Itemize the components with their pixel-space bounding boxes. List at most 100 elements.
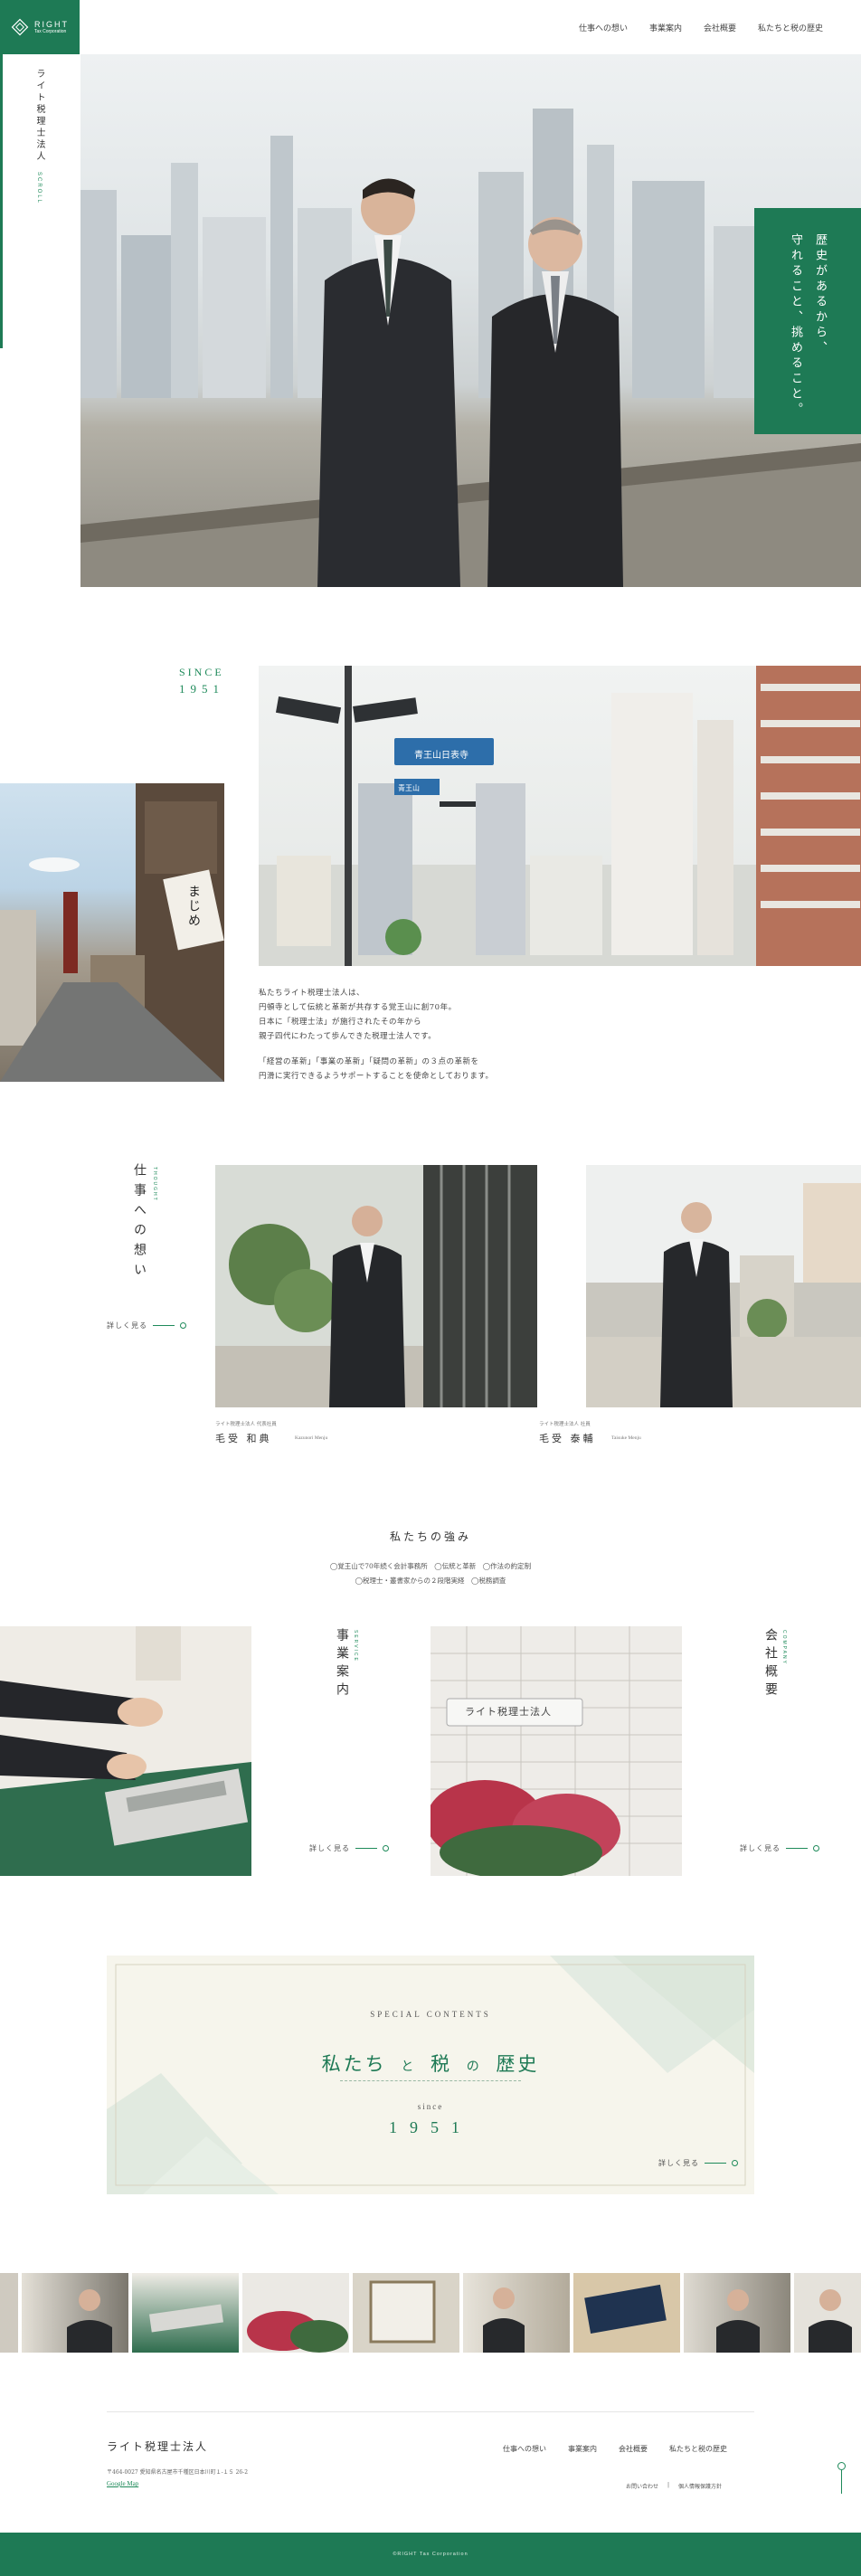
page-top-button[interactable] <box>837 2462 847 2498</box>
president-scene-1 <box>215 1165 537 1407</box>
person2-name-en: Taisuke Menju <box>611 1435 641 1441</box>
logo-diamond-icon <box>11 18 29 36</box>
strip-photo-8 <box>684 2273 790 2353</box>
special-label: SPECIAL CONTENTS <box>370 2010 491 2019</box>
since-label: SINCE <box>179 666 224 678</box>
intro-line-5: 「経営の革新」「事業の革新」「疑問の革新」の３点の革新を <box>259 1057 479 1066</box>
special-underline <box>340 2080 521 2081</box>
business-scene <box>0 1626 251 1876</box>
president-photo-1[interactable] <box>215 1165 537 1407</box>
strip-photo-9 <box>794 2273 861 2353</box>
footer-nav-business[interactable]: 事業案内 <box>568 2444 597 2454</box>
special-title-conj: と <box>401 2060 417 2074</box>
logo-sub: Tax Corporation <box>34 29 67 34</box>
business-more-link[interactable]: 詳しく見る <box>309 1843 389 1853</box>
intro-line-2: 円頓寺として伝統と革新が共存する覚王山に創70年。 <box>259 1003 457 1012</box>
strengths-title: 私たちの強み <box>389 1530 471 1543</box>
business-image[interactable] <box>0 1626 251 1876</box>
intro-line-6: 円滑に実行できるようサポートすることを使命としております。 <box>259 1072 494 1081</box>
company-title: 会社概要 <box>763 1628 778 1700</box>
global-nav: 仕事への想い 事業案内 会社概要 私たちと税の歴史 <box>579 22 823 33</box>
intro-line-4: 親子四代にわたって歩んできた税理士法人です。 <box>259 1032 437 1041</box>
arrow-line-icon <box>705 2163 726 2164</box>
scroll-label: SCROLL <box>36 172 42 205</box>
nav-business[interactable]: 事業案内 <box>649 22 682 33</box>
logo-box[interactable]: RIGHT Tax Corporation <box>0 0 80 54</box>
copyright-text: ©RIGHT Tax Corporation <box>393 2552 468 2557</box>
street-sign-image <box>259 666 861 966</box>
footer-nav-history[interactable]: 私たちと税の歴史 <box>669 2444 727 2454</box>
thoughts-more-label: 詳しく見る <box>107 1321 147 1330</box>
company-sub-en: COMPANY <box>781 1630 787 1665</box>
footer-address: 〒464-0027 愛知県名古屋市千種区日本川町１-１５ 26-2 <box>107 2469 249 2476</box>
footer-link-contact[interactable]: お問い合わせ <box>626 2482 658 2490</box>
intro-line-3: 日本に「税理士法」が施行されたその年から <box>259 1018 422 1027</box>
hero-cityscape <box>80 109 861 587</box>
footer-divider <box>107 2411 754 2412</box>
vertical-company-name: ライト税理士法人 <box>34 69 44 163</box>
president-photo-2[interactable] <box>586 1165 861 1407</box>
arrow-circle-icon <box>813 1845 819 1852</box>
copyright-bar: ©RIGHT Tax Corporation <box>0 2533 861 2576</box>
thoughts-title: 仕事への想い <box>132 1163 147 1283</box>
special-more-link[interactable]: 詳しく見る <box>658 2158 738 2168</box>
company-more-link[interactable]: 詳しく見る <box>740 1843 819 1853</box>
arrow-line-icon <box>153 1325 175 1326</box>
intro-line-1: 私たちライト税理士法人は、 <box>259 989 365 998</box>
strengths-line-2: ◯税理士・叢書家からの２段階実経 ◯税務調査 <box>355 1577 506 1585</box>
arrow-line-icon <box>786 1848 808 1849</box>
strip-photo-3 <box>132 2273 239 2353</box>
footer-nav: 仕事への想い 事業案内 会社概要 私たちと税の歴史 <box>503 2444 727 2454</box>
street-banner-text: まじめ <box>186 885 201 928</box>
page-top-circle-icon <box>837 2462 846 2470</box>
company-scene <box>430 1626 682 1876</box>
footer-link-separator: | <box>667 2482 670 2488</box>
footer-map-link[interactable]: Google Map <box>107 2480 138 2487</box>
hero-image <box>80 54 861 587</box>
old-street-scene <box>0 783 224 1082</box>
arrow-circle-icon <box>383 1845 389 1852</box>
special-year: 1951 <box>389 2118 472 2136</box>
special-more-label: 詳しく見る <box>658 2159 699 2167</box>
nav-thoughts[interactable]: 仕事への想い <box>579 22 628 33</box>
special-title-part3: 歴史 <box>496 2053 540 2075</box>
business-more-label: 詳しく見る <box>309 1844 350 1852</box>
thoughts-sub-en: THOUGHT <box>152 1167 157 1202</box>
special-title: 私たち と 税 の 歴史 <box>107 2050 754 2077</box>
strip-photo-6 <box>463 2273 570 2353</box>
page-top-line-icon <box>841 2470 842 2494</box>
intro-text: 私たちライト税理士法人は、 円頓寺として伝統と革新が共存する覚王山に創70年。 … <box>259 986 493 1084</box>
business-title: 事業案内 <box>335 1628 349 1700</box>
footer-link-privacy[interactable]: 個人情報保護方針 <box>678 2482 722 2490</box>
hero-copy-line1: 歴史があるから、 <box>813 233 827 356</box>
hero-copy-line2: 守れること、挑めること。 <box>789 233 802 418</box>
arrow-circle-icon <box>180 1322 186 1329</box>
person1-name-en: Kazunori Menju <box>295 1435 328 1441</box>
thoughts-more-link[interactable]: 詳しく見る <box>107 1321 186 1331</box>
strip-photo-5 <box>353 2273 459 2353</box>
footer-company-name: ライト税理士法人 <box>107 2440 209 2453</box>
person1-role: ライト税理士法人 代表社員 <box>215 1422 277 1427</box>
strengths-line-1: ◯覚王山で70年続く会計事務所 ◯伝統と革新 ◯作法の約定制 <box>329 1562 532 1570</box>
footer-nav-thoughts[interactable]: 仕事への想い <box>503 2444 546 2454</box>
special-title-part1: 私たち <box>321 2053 387 2075</box>
footer-nav-company[interactable]: 会社概要 <box>619 2444 648 2454</box>
arrow-circle-icon <box>732 2160 738 2166</box>
hero-copy-box: 守れること、挑めること。 歴史があるから、 <box>754 208 861 434</box>
business-sub-en: SERVICE <box>353 1630 358 1662</box>
plate-text: ライト税理士法人 <box>465 1706 552 1718</box>
logo-name: RIGHT <box>34 20 69 29</box>
strip-photo-4 <box>242 2273 349 2353</box>
street-sign-scene <box>259 666 861 966</box>
since-year: 1951 <box>179 682 224 696</box>
special-title-conj2: の <box>466 2060 482 2074</box>
nav-history[interactable]: 私たちと税の歴史 <box>758 22 823 33</box>
side-bar-line <box>0 54 3 348</box>
arrow-line-icon <box>355 1848 377 1849</box>
company-more-label: 詳しく見る <box>740 1844 781 1852</box>
special-title-part2: 税 <box>430 2053 452 2075</box>
nav-company[interactable]: 会社概要 <box>704 22 736 33</box>
strip-photo-7 <box>573 2273 680 2353</box>
company-image[interactable] <box>430 1626 682 1876</box>
special-card[interactable]: SPECIAL CONTENTS 私たち と 税 の 歴史 since 1951… <box>107 1956 754 2194</box>
